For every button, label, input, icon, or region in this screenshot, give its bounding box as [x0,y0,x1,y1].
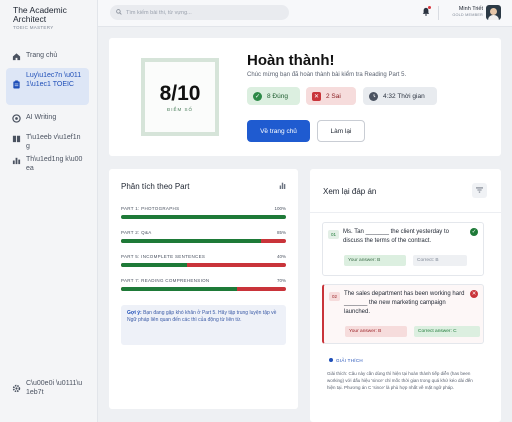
result-card: 8/10 ĐIỂM SỐ Hoàn thành! Chúc mừng bạn đ… [109,38,501,156]
correct-answer: Correct answer: C [414,326,480,337]
filter-button[interactable] [472,183,487,198]
search-placeholder: Tìm kiếm bài thi, từ vựng... [126,9,192,16]
x-icon: ✕ [312,91,321,101]
result-title: Hoàn thành! [247,52,335,69]
brand: The Academic Architect TOEIC MASTERY [13,5,93,31]
filter-icon [476,186,483,195]
topbar: Tìm kiếm bài thi, từ vựng... Minh Triết … [98,0,512,27]
analysis-title: Phân tích theo Part [121,182,190,191]
sidebar-item-ai-writing[interactable]: AI Writing [6,110,89,127]
part-percent: 100% [274,206,286,211]
gear-icon [12,384,21,393]
part-progress-bar [121,287,286,291]
sidebar: The Academic Architect TOEIC MASTERY Tra… [0,0,98,422]
question-number: 02 [329,292,340,301]
wrong-count-label: 2 Sai [326,92,341,100]
result-subtitle: Chúc mừng bạn đã hoàn thành bài kiểm tra… [247,72,407,78]
part-percent: 70% [276,278,286,283]
part-percent: 85% [276,230,286,235]
part-label: PART 1: PHOTOGRAPHS [121,206,180,211]
divider [310,212,501,213]
your-answer: Your answer: B [345,326,407,337]
analysis-card: Phân tích theo Part PART 1: PHOTOGRAPHS … [109,169,298,409]
part-label: PART 7: READING COMPREHENSION [121,278,210,283]
tip-text: Bạn đang gặp khó khăn ở Part 5. Hãy tập … [127,310,277,323]
part-label: PART 2: Q&A [121,230,152,235]
correct-count-badge: ✓ 8 Đúng [247,87,300,105]
ai-writing-icon [12,114,21,123]
score-value: 8/10 [159,81,201,105]
search-input[interactable]: Tìm kiếm bài thi, từ vựng... [110,5,289,20]
notification-dot [428,6,431,9]
tip-box: Gợi ý: Bạn đang gặp khó khăn ở Part 5. H… [121,305,286,345]
time-label: 4:32 Thời gian [383,92,425,100]
sidebar-item-label: AI Writing [26,114,57,121]
sidebar-item-label: Trang chủ [26,52,58,59]
correct-answer: Correct: B [413,255,467,266]
user-name: Minh Triết [458,6,483,12]
book-icon [12,134,21,143]
question-text: The sales department has been working ha… [344,291,465,315]
home-button[interactable]: Về trang chủ [247,120,310,142]
clipboard-icon [12,80,21,89]
sidebar-item-settings[interactable]: C\u00e0i \u0111\u1eb7t [6,376,89,401]
sidebar-item-label: T\u1eeb v\u1ef1ng [26,134,81,150]
time-badge: 4:32 Thời gian [363,87,437,105]
avatar[interactable] [486,5,501,20]
question-number: 01 [328,230,339,239]
wrong-count-badge: ✕ 2 Sai [306,87,356,105]
sidebar-item-statistics[interactable]: Th\u1ed1ng k\u00ea [6,152,89,177]
score-label: ĐIỂM SỐ [166,106,193,112]
retry-button[interactable]: Làm lại [317,120,365,142]
sidebar-item-home[interactable]: Trang chủ [6,48,89,65]
user-role: GOLD MEMBER [452,13,483,17]
brand-subtitle: TOEIC MASTERY [13,25,54,30]
explanation-heading: GIẢI THÍCH [329,358,363,363]
info-icon [329,358,333,362]
sidebar-item-label: Luy\u1ec7n \u0111\u1ec1 TOEIC [26,72,82,88]
sidebar-item-label: C\u00e0i \u0111\u1eb7t [26,380,83,396]
question-card[interactable]: 01 Ms. Tan _______ the client yesterday … [322,222,484,276]
chart-icon [12,156,21,165]
check-circle-icon: ✓ [470,228,478,236]
part-progress-bar [121,263,286,267]
review-card: Xem lại đáp án 01 Ms. Tan _______ the cl… [310,169,501,422]
sidebar-item-toeic-practice[interactable]: Luy\u1ec7n \u0111\u1ec1 TOEIC [6,68,89,105]
review-title: Xem lại đáp án [323,187,377,196]
home-icon [12,52,21,61]
correct-count-label: 8 Đúng [267,92,288,100]
check-icon: ✓ [253,91,262,101]
bell-icon[interactable] [422,6,431,18]
explanation-text: Giải thích: Câu này cần dùng thì hiện tạ… [327,371,473,390]
question-card[interactable]: 02 The sales department has been working… [322,284,484,344]
bar-chart-icon[interactable] [279,182,286,191]
part-progress-bar [121,239,286,243]
divider [438,6,439,20]
sidebar-item-label: Th\u1ed1ng k\u00ea [26,156,83,172]
part-percent: 40% [276,254,286,259]
your-answer: Your answer: B [344,255,406,266]
question-text: Ms. Tan _______ the client yesterday to … [343,229,449,244]
score-box: 8/10 ĐIỂM SỐ [141,58,219,136]
part-label: PART 5: INCOMPLETE SENTENCES [121,254,206,259]
clock-icon [369,91,378,101]
search-icon [116,8,122,17]
part-progress-bar [121,215,286,219]
brand-title: The Academic Architect [13,5,67,24]
x-circle-icon: ✕ [470,290,478,298]
tip-label: Gợi ý: [127,310,142,316]
